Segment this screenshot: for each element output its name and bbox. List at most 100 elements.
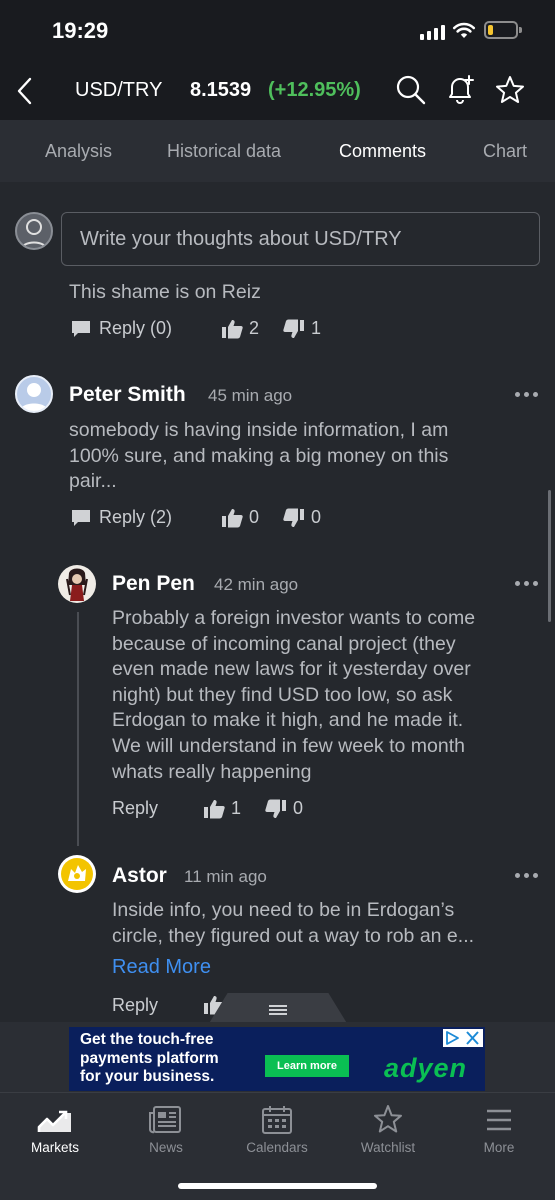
battery-level (488, 25, 493, 35)
home-indicator (178, 1183, 377, 1189)
instrument-symbol: USD/TRY (75, 79, 163, 101)
reply-button[interactable]: Reply (0) (69, 318, 172, 339)
author-name[interactable]: Peter Smith (69, 383, 186, 407)
comment-input[interactable] (61, 212, 540, 266)
comment-line: circle, they figured out a way to rob an… (112, 924, 475, 947)
dislike-count: 0 (311, 507, 322, 527)
comment-text: somebody is having inside information, I… (69, 418, 448, 495)
like-count: 2 (249, 318, 260, 338)
back-chevron-icon[interactable] (14, 74, 36, 108)
thread-line (77, 612, 79, 846)
ad-choices[interactable] (443, 1029, 483, 1047)
comment-line: Probably a foreign investor wants to com… (112, 607, 476, 629)
search-icon[interactable] (395, 74, 427, 106)
comment-time: 45 min ago (208, 386, 293, 405)
like-count: 1 (231, 798, 242, 818)
comment-line: even made new laws for it yesterday over (112, 658, 471, 681)
dislike-count: 0 (293, 798, 304, 818)
more-options-icon[interactable] (515, 581, 538, 586)
wifi-icon (452, 22, 476, 38)
character-avatar-icon (66, 568, 88, 601)
nav-label: Markets (30, 1140, 79, 1155)
comment-line: whats really happening (112, 760, 312, 783)
nav-markets[interactable]: Markets (5, 1105, 105, 1155)
reply-button[interactable]: Reply (112, 995, 158, 1016)
nav-label: Watchlist (360, 1140, 416, 1155)
lion-emblem-icon (61, 858, 93, 890)
comment-line: Inside info, you need to be in Erdogan’s (112, 899, 455, 921)
tab-comments[interactable]: Comments (339, 141, 426, 162)
like-button[interactable]: 2 (221, 318, 259, 339)
tab-historical-data[interactable]: Historical data (167, 141, 281, 162)
reply-button[interactable]: Reply (2) (69, 507, 172, 528)
ad-text-line: Get the touch-free (80, 1031, 214, 1048)
read-more-link[interactable]: Read More (112, 956, 211, 979)
comment-text: Inside info, you need to be in Erdogan’s… (112, 898, 474, 949)
reply-label: Reply (112, 798, 159, 818)
comment-line: night) but they find USD too low, so ask (112, 683, 453, 706)
user-silhouette-icon (20, 219, 48, 248)
comment-time: 42 min ago (214, 575, 299, 594)
comment-line: 100% sure, and making a big money on thi… (69, 444, 449, 467)
battery-icon (484, 21, 522, 39)
like-button[interactable]: 1 (203, 798, 241, 819)
nav-news[interactable]: News (116, 1105, 216, 1155)
comment-line: pair... (69, 470, 117, 493)
thumbs-down-icon (283, 508, 304, 527)
thumbs-up-icon (222, 319, 243, 338)
reply-label: Reply (0) (99, 318, 173, 338)
dislike-button[interactable]: 1 (283, 318, 321, 339)
more-options-icon[interactable] (515, 873, 538, 878)
thumbs-down-icon (283, 319, 304, 338)
thumbs-up-icon (222, 508, 243, 527)
status-time: 19:29 (52, 18, 109, 43)
author-avatar[interactable] (58, 855, 96, 893)
drawer-handle[interactable] (208, 993, 348, 1025)
dislike-button[interactable]: 0 (265, 798, 303, 819)
ad-logo: adyen (384, 1053, 468, 1083)
tab-analysis[interactable]: Analysis (45, 141, 112, 162)
instrument-header: USD/TRY 8.1539 (+12.95%) (0, 62, 555, 120)
star-icon (374, 1105, 402, 1133)
dislike-button[interactable]: 0 (283, 507, 321, 528)
comment-time: 11 min ago (184, 867, 267, 886)
ad-banner[interactable]: Get the touch-free payments platform for… (69, 1027, 485, 1091)
scrollbar[interactable] (548, 490, 551, 622)
thumbs-up-icon (204, 799, 225, 818)
tab-bar: Analysis Historical data Comments Chart (0, 120, 555, 182)
bell-add-icon[interactable] (444, 74, 476, 106)
reply-label: Reply (2) (99, 507, 173, 527)
reply-button[interactable]: Reply (112, 798, 158, 819)
tab-chart[interactable]: Chart (483, 141, 527, 162)
nav-calendars[interactable]: Calendars (227, 1105, 327, 1155)
thumbs-down-icon (265, 799, 286, 818)
nav-label: More (483, 1140, 515, 1155)
like-button[interactable]: 0 (221, 507, 259, 528)
ad-info-close-icon[interactable] (443, 1029, 483, 1047)
more-options-icon[interactable] (515, 392, 538, 397)
nav-watchlist[interactable]: Watchlist (338, 1105, 438, 1155)
user-silhouette-icon (20, 383, 48, 411)
ad-text: Get the touch-free payments platform for… (80, 1031, 270, 1087)
instrument-price: 8.1539 (190, 79, 252, 101)
comment-line: Erdogan to make it high, and he made it. (112, 709, 464, 732)
reply-icon (72, 320, 90, 337)
author-avatar[interactable] (15, 375, 53, 413)
menu-icon (487, 1109, 511, 1131)
dislike-count: 1 (311, 318, 322, 338)
comment-line: We will understand in few week to month (112, 734, 465, 757)
comment-line: somebody is having inside information, I… (69, 419, 449, 441)
nav-more[interactable]: More (449, 1105, 549, 1155)
instrument-change: (+12.95%) (268, 79, 361, 101)
news-icon (149, 1106, 181, 1134)
ad-learn-more-button[interactable]: Learn more (265, 1055, 349, 1077)
reply-label: Reply (112, 995, 159, 1015)
author-avatar[interactable] (58, 565, 96, 603)
author-name[interactable]: Astor (112, 864, 167, 888)
nav-label: News (149, 1140, 183, 1155)
ad-text-line: for your business. (80, 1068, 215, 1085)
author-name[interactable]: Pen Pen (112, 572, 195, 596)
star-icon[interactable] (494, 74, 526, 106)
nav-label: Calendars (246, 1140, 308, 1155)
comment-text: This shame is on Reiz (69, 281, 261, 303)
